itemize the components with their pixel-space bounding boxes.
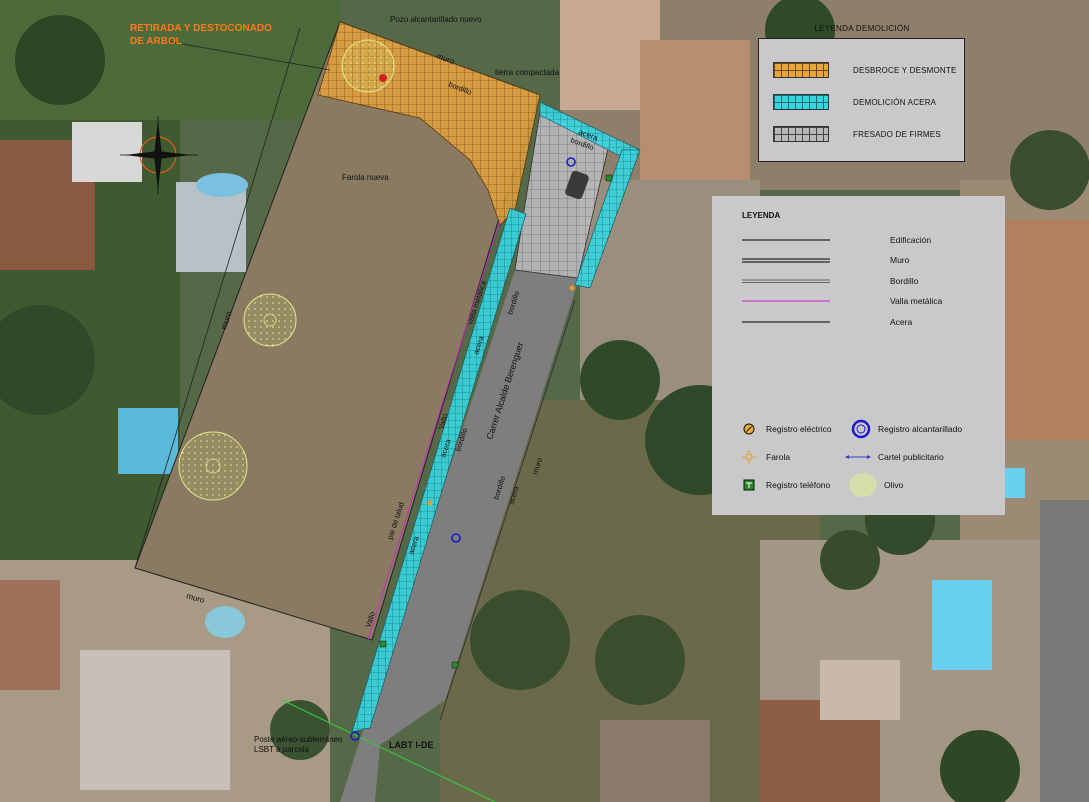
legend-title: LEYENDA	[742, 211, 781, 220]
valla-line-sample	[742, 300, 830, 302]
demolition-legend-label: FRESADO DE FIRMES	[853, 129, 941, 139]
demolition-legend-label: DEMOLICIÓN ACERA	[853, 97, 937, 107]
label-poste-1: Poste aéreo-subterráneo	[254, 735, 343, 744]
desbroce-swatch	[773, 62, 829, 78]
bordillo-line-sample	[742, 279, 830, 283]
label-sewer-new: Pozo alcantarillado nuevo	[390, 15, 482, 24]
sewer-register-icon	[850, 418, 872, 440]
legend-line-label: Bordillo	[890, 276, 919, 286]
demolition-legend-title: LEYENDA DEMOLICIÓN	[814, 24, 910, 33]
legend-line-label: Acera	[890, 317, 913, 327]
demolition-legend: DESBROCE Y DESMONTE DEMOLICIÓN ACERA FRE…	[758, 38, 965, 162]
telephone-register-legend-icon	[738, 474, 760, 496]
legend-line-label: Valla metálica	[890, 296, 943, 306]
olive-tree-removed	[341, 39, 395, 93]
legend-line-label: Muro	[890, 255, 910, 265]
billboard-icon	[844, 446, 872, 468]
demolition-legend-row: FRESADO DE FIRMES	[773, 125, 941, 143]
legend-line-row: Acera	[742, 316, 912, 328]
demolition-legend-row: DESBROCE Y DESMONTE	[773, 61, 957, 79]
legend-symbol-telefono: Registro teléfono	[738, 474, 830, 496]
olive-tree-1	[243, 293, 297, 347]
legend-symbol-farola: Farola	[738, 446, 790, 468]
legend-symbol-label: Cartel publicitario	[878, 452, 944, 462]
legend-line-row: Muro	[742, 254, 909, 266]
streetlight-icon	[569, 285, 575, 291]
edificacion-line-sample	[742, 239, 830, 241]
legend-symbol-label: Registro teléfono	[766, 480, 831, 490]
legend-symbol-label: Registro alcantarillado	[878, 424, 963, 434]
legend-symbol-cartel: Cartel publicitario	[844, 446, 944, 468]
streetlight-legend-icon	[738, 446, 760, 468]
demolition-legend-label: DESBROCE Y DESMONTE	[853, 65, 957, 75]
legend-line-row: Valla metálica	[742, 295, 942, 307]
legend-line-label: Edificación	[890, 235, 932, 245]
legend-symbol-alcantarillado: Registro alcantarillado	[850, 418, 962, 440]
fresado-swatch	[773, 126, 829, 142]
demolition-legend-row: DEMOLICIÓN ACERA	[773, 93, 936, 111]
acera-line-sample	[742, 321, 830, 323]
legend-line-row: Bordillo	[742, 275, 918, 287]
legend-symbol-label: Registro eléctrico	[766, 424, 832, 434]
muro-line-sample	[742, 258, 830, 263]
label-labt: LABT I-DE	[389, 740, 434, 750]
legend-symbol-label: Farola	[766, 452, 791, 462]
telephone-register-icon	[379, 640, 387, 648]
acera-swatch	[773, 94, 829, 110]
label-poste-2: LSBT a parcela	[254, 745, 310, 754]
legend-symbol-olivo: Olivo	[848, 472, 903, 498]
olive-tree-2	[178, 431, 248, 501]
label-tree-removal: RETIRADA Y DESTOCONADO	[130, 23, 272, 34]
label-tree-removal-2: DE ARBOL	[130, 36, 182, 47]
electric-register-icon	[738, 418, 760, 440]
telephone-register-icon	[451, 661, 459, 669]
legend-symbol-electrico: Registro eléctrico	[738, 418, 832, 440]
map-legend: LEYENDA Edificación Muro Bordillo Valla …	[712, 196, 1005, 515]
telephone-register-icon	[605, 174, 613, 182]
legend-line-row: Edificación	[742, 234, 931, 246]
olive-tree-legend-icon	[848, 472, 878, 498]
streetlight-icon	[427, 500, 433, 506]
legend-symbol-label: Olivo	[884, 480, 904, 490]
label-farola-nueva: Farola nueva	[342, 173, 389, 182]
label-tierra: tierra compactada	[495, 68, 560, 77]
